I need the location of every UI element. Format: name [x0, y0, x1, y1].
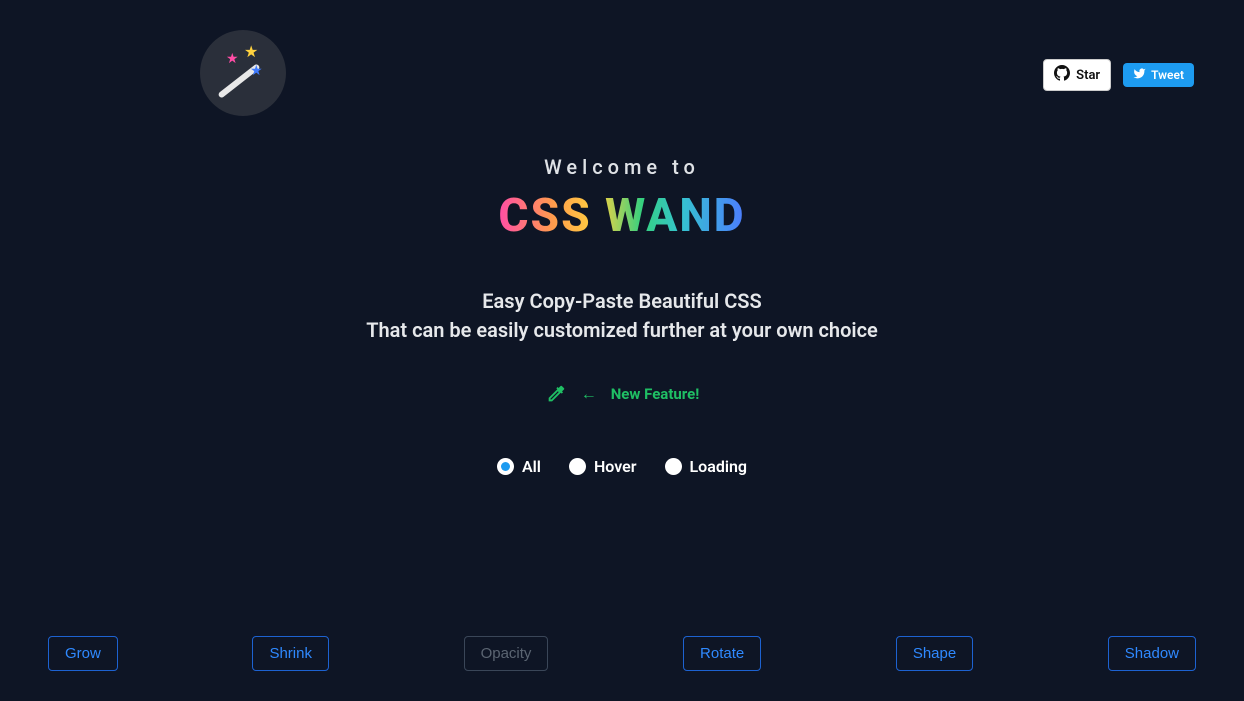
- effect-shrink-button[interactable]: Shrink: [252, 636, 329, 671]
- new-feature-label: New Feature!: [611, 385, 700, 403]
- effect-shadow-button[interactable]: Shadow: [1108, 636, 1196, 671]
- effect-opacity-button[interactable]: Opacity: [464, 636, 549, 671]
- welcome-text: Welcome to: [0, 155, 1244, 179]
- filter-option-all[interactable]: All: [497, 457, 541, 476]
- filter-option-loading[interactable]: Loading: [665, 457, 748, 476]
- filter-option-hover[interactable]: Hover: [569, 457, 637, 476]
- subtitle-line1: Easy Copy-Paste Beautiful CSS: [0, 287, 1244, 316]
- filter-label: Loading: [690, 457, 748, 476]
- radio-icon: [497, 458, 514, 475]
- filter-label: Hover: [594, 457, 637, 476]
- hero: Welcome to CSS WAND Easy Copy-Paste Beau…: [0, 155, 1244, 476]
- star-yellow-icon: ★: [244, 44, 258, 60]
- effect-grow-button[interactable]: Grow: [48, 636, 118, 671]
- github-icon: [1054, 65, 1070, 85]
- effect-rotate-button[interactable]: Rotate: [683, 636, 761, 671]
- header-right: Star Tweet: [1043, 59, 1194, 91]
- effects-row: Grow Shrink Opacity Rotate Shape Shadow: [0, 636, 1244, 671]
- effect-shape-button[interactable]: Shape: [896, 636, 973, 671]
- star-pink-icon: ★: [226, 52, 239, 66]
- brand-title: CSS WAND: [498, 189, 745, 243]
- new-feature-row: ← New Feature!: [0, 383, 1244, 405]
- logo: ★ ★ ★: [200, 30, 286, 116]
- arrow-left-icon: ←: [581, 384, 597, 404]
- github-star-button[interactable]: Star: [1043, 59, 1111, 91]
- twitter-icon: [1133, 67, 1146, 83]
- star-blue-icon: ★: [250, 64, 263, 78]
- subtitle: Easy Copy-Paste Beautiful CSS That can b…: [0, 287, 1244, 345]
- filter-row: All Hover Loading: [0, 457, 1244, 476]
- radio-icon: [569, 458, 586, 475]
- header: ★ ★ ★ Star Tweet: [0, 30, 1244, 120]
- tweet-button[interactable]: Tweet: [1123, 63, 1194, 87]
- filter-label: All: [522, 457, 541, 476]
- subtitle-line2: That can be easily customized further at…: [0, 316, 1244, 345]
- github-star-label: Star: [1076, 68, 1100, 83]
- eyedropper-icon[interactable]: [545, 383, 567, 405]
- tweet-label: Tweet: [1151, 68, 1184, 82]
- radio-icon: [665, 458, 682, 475]
